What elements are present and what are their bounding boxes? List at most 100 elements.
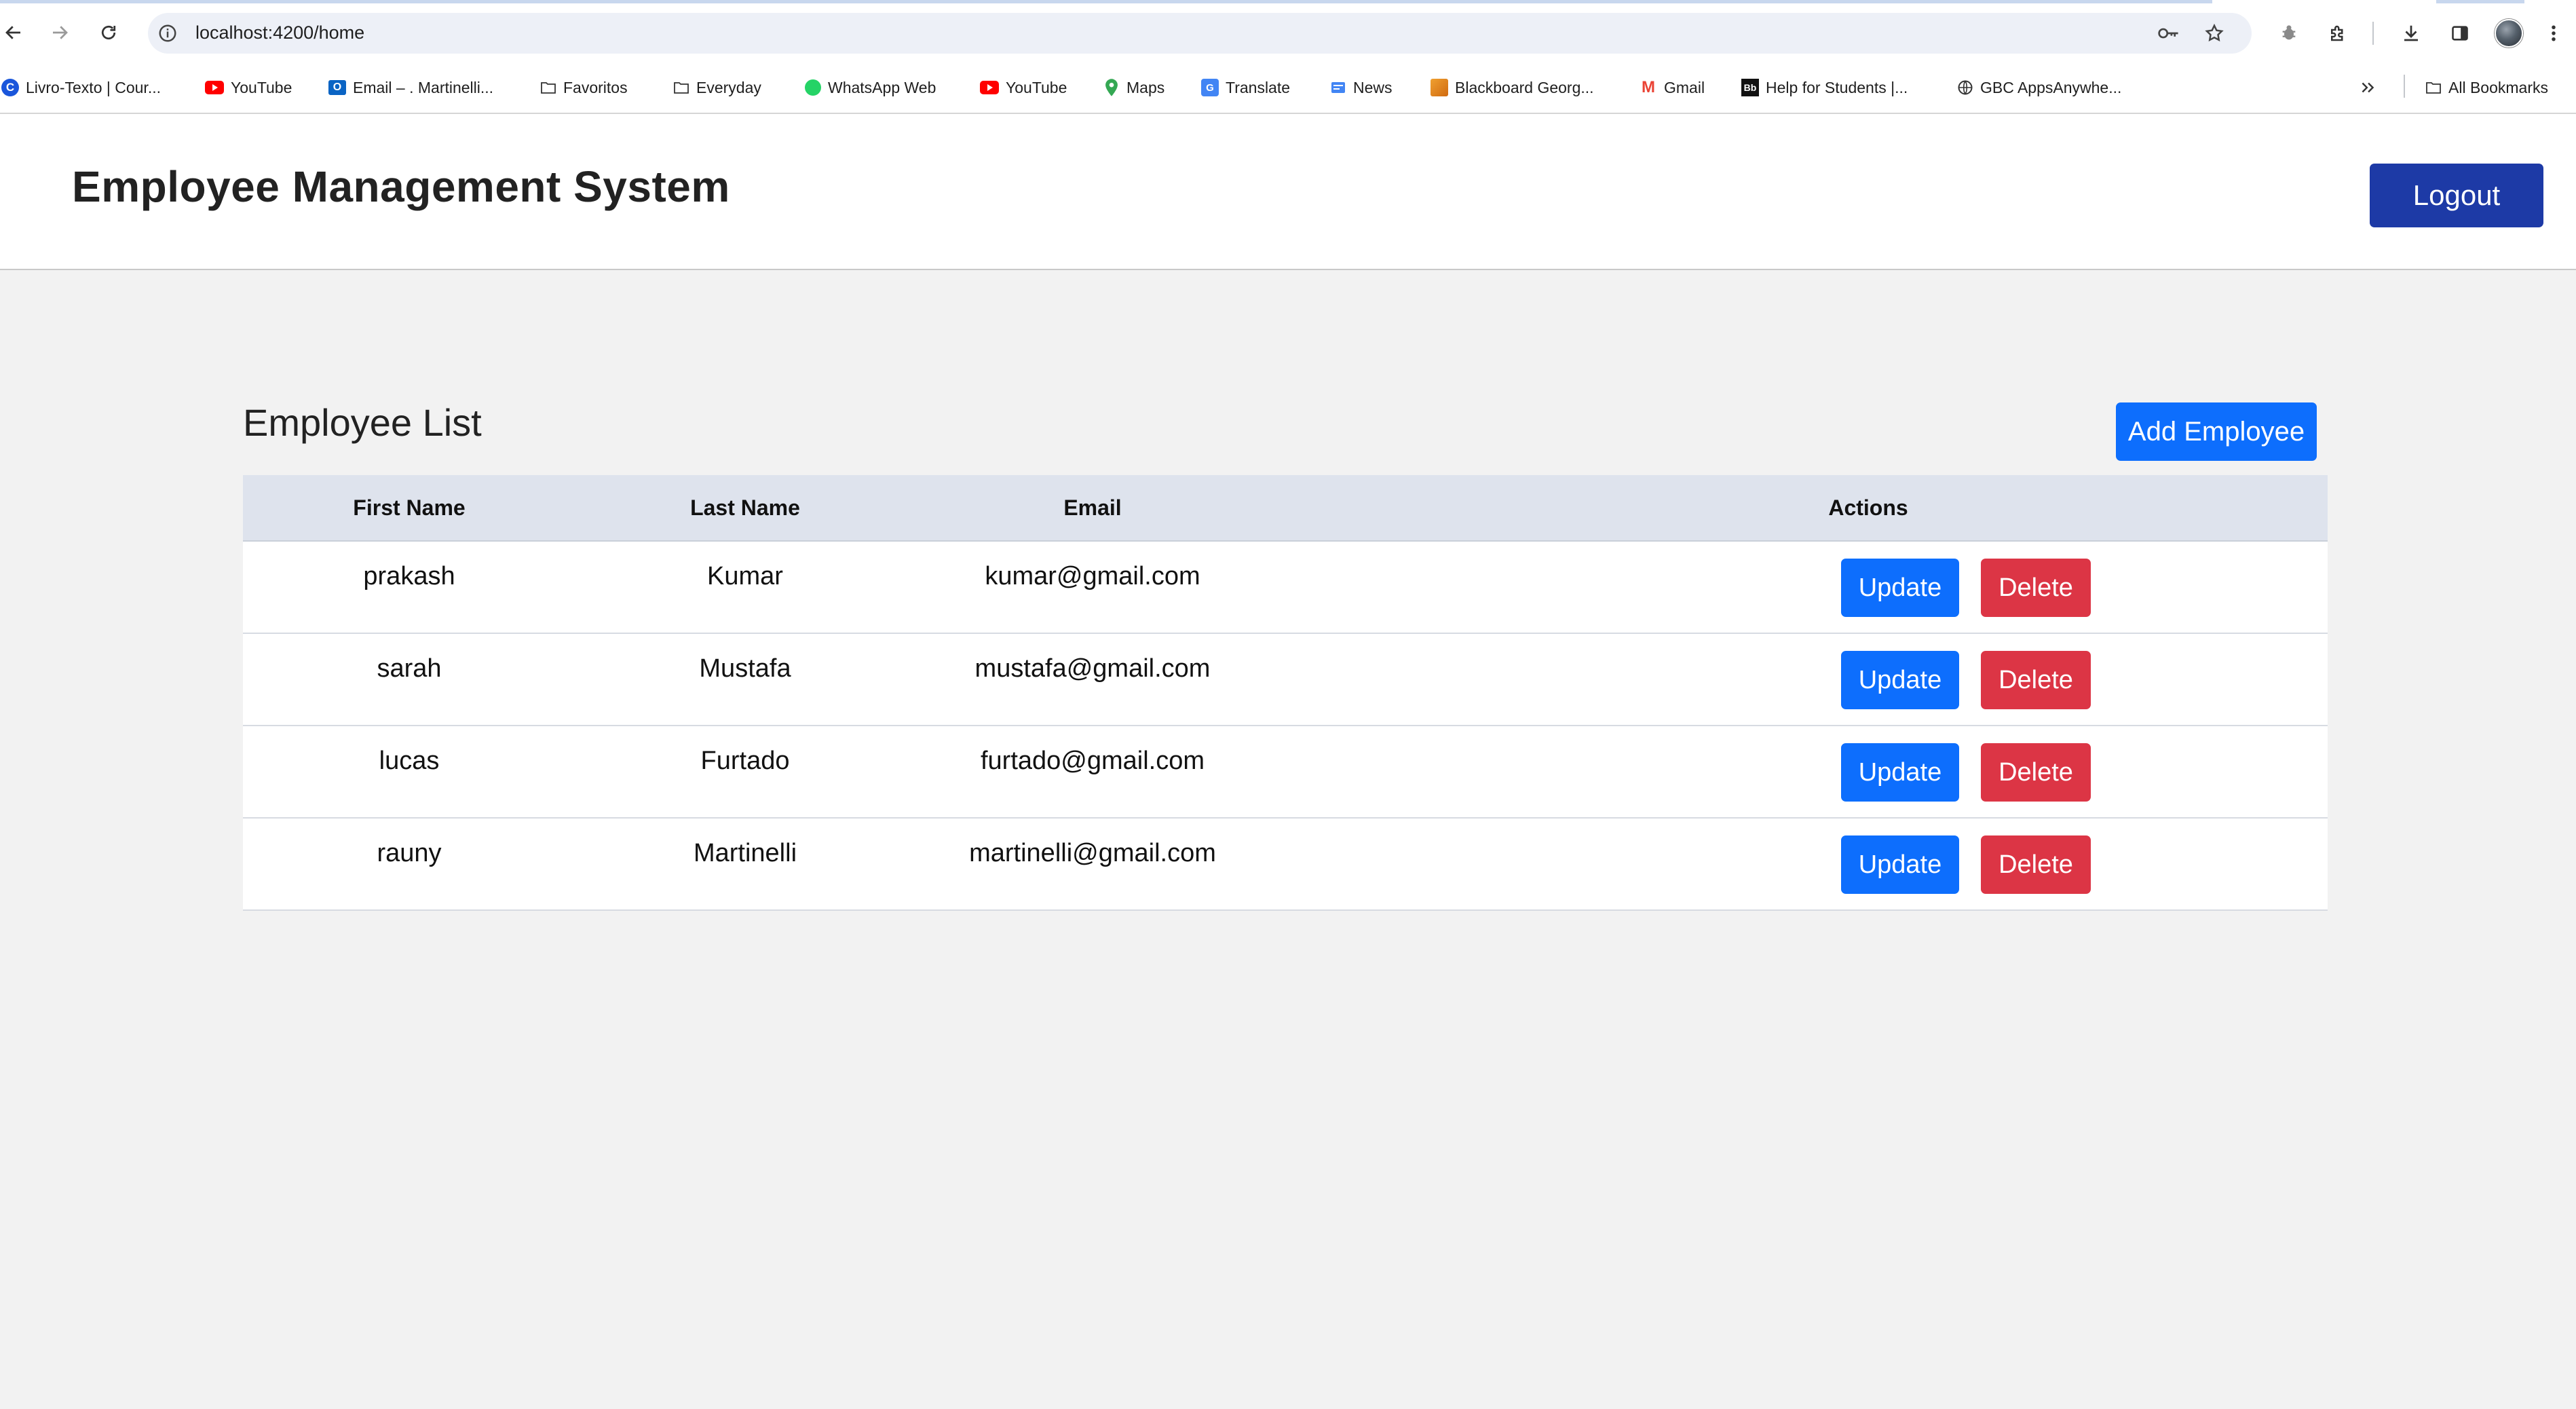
bookmark-item[interactable]: Maps (1103, 72, 1164, 103)
side-panel-icon[interactable] (2446, 19, 2474, 48)
bookmarks-bar: C Livro-Texto | Cour... YouTube O Email … (0, 72, 2576, 103)
profile-avatar[interactable] (2495, 19, 2523, 48)
menu-kebab-icon[interactable] (2543, 19, 2564, 48)
table-header: First Name Last Name Email Actions (243, 475, 2328, 542)
bookmarks-divider (2404, 75, 2405, 98)
back-icon[interactable] (0, 19, 27, 46)
bookmark-label: YouTube (231, 78, 292, 96)
cell-email: mustafa@gmail.com (974, 654, 1211, 683)
delete-button[interactable]: Delete (1981, 559, 2091, 617)
cell-first-name: sarah (377, 654, 442, 683)
tab-strip-edge (2436, 0, 2524, 3)
row-actions: Update Delete (1841, 835, 2091, 894)
tab-strip-edge (0, 0, 2212, 3)
delete-button[interactable]: Delete (1981, 835, 2091, 894)
bookmark-item[interactable]: Blackboard Georg... (1431, 72, 1594, 103)
bookmark-label: Email – . Martinelli... (353, 78, 494, 96)
download-icon[interactable] (2397, 19, 2425, 48)
avatar (2495, 19, 2523, 48)
bookmark-label: Help for Students |... (1766, 78, 1908, 96)
cell-first-name: rauny (377, 839, 442, 867)
bookmark-item[interactable]: News (1330, 72, 1393, 103)
update-button[interactable]: Update (1841, 559, 1959, 617)
delete-button[interactable]: Delete (1981, 743, 2091, 802)
bookmark-item[interactable]: G Translate (1201, 72, 1290, 103)
column-header-last-name: Last Name (690, 495, 800, 520)
bookmark-label: Livro-Texto | Cour... (26, 78, 161, 96)
folder-icon (540, 79, 556, 96)
update-button[interactable]: Update (1841, 743, 1959, 802)
bookmark-label: WhatsApp Web (828, 78, 936, 96)
extensions-puzzle-icon[interactable] (2324, 19, 2352, 48)
bookmark-label: Blackboard Georg... (1455, 78, 1594, 96)
site-info-icon[interactable] (157, 23, 178, 47)
bookmark-label: Gmail (1664, 78, 1705, 96)
blackboard-icon (1431, 79, 1448, 96)
translate-icon: G (1201, 79, 1219, 96)
bookmark-item[interactable]: GBC AppsAnywhe... (1957, 72, 2121, 103)
address-bar[interactable]: localhost:4200/home (148, 13, 2252, 54)
row-actions: Update Delete (1841, 559, 2091, 617)
add-employee-button[interactable]: Add Employee (2116, 402, 2317, 461)
cell-first-name: prakash (363, 562, 455, 590)
cell-last-name: Martinelli (693, 839, 797, 867)
bookmark-star-icon[interactable] (2204, 23, 2224, 47)
outlook-icon: O (328, 80, 346, 95)
row-actions: Update Delete (1841, 743, 2091, 802)
cell-email: furtado@gmail.com (980, 747, 1205, 775)
forward-icon[interactable] (46, 19, 73, 46)
password-key-icon[interactable] (2157, 23, 2180, 47)
bookmark-item[interactable]: YouTube (980, 72, 1067, 103)
page-title: Employee List (243, 401, 482, 444)
bookmark-item[interactable]: Everyday (673, 72, 761, 103)
row-actions: Update Delete (1841, 651, 2091, 709)
all-bookmarks-label: All Bookmarks (2448, 78, 2548, 96)
gmail-icon: M (1642, 78, 1655, 96)
bookmark-label: GBC AppsAnywhe... (1980, 78, 2122, 96)
news-icon (1330, 79, 1346, 96)
whatsapp-icon (805, 79, 821, 96)
more-bookmarks-chevron-icon[interactable] (2359, 72, 2376, 103)
bookmark-label: Maps (1126, 78, 1165, 96)
reload-icon[interactable] (95, 19, 122, 46)
table-row: rauny Martinelli martinelli@gmail.com Up… (243, 819, 2328, 911)
bookmark-item[interactable]: YouTube (205, 72, 292, 103)
bookmark-item[interactable]: O Email – . Martinelli... (328, 72, 493, 103)
update-button[interactable]: Update (1841, 835, 1959, 894)
table-row: prakash Kumar kumar@gmail.com Update Del… (243, 542, 2328, 634)
table-row: sarah Mustafa mustafa@gmail.com Update D… (243, 634, 2328, 726)
employee-table: First Name Last Name Email Actions praka… (243, 475, 2328, 911)
maps-pin-icon (1103, 79, 1120, 96)
cell-last-name: Furtado (700, 747, 790, 775)
cell-last-name: Kumar (707, 562, 783, 590)
bookmark-item[interactable]: M Gmail (1640, 72, 1705, 103)
browser-chrome: localhost:4200/home C Livro-Texto | Cour… (0, 0, 2576, 114)
app-header: Employee Management System Logout (0, 114, 2576, 270)
cell-last-name: Mustafa (699, 654, 791, 683)
globe-icon (1957, 79, 1973, 96)
logout-button[interactable]: Logout (2370, 164, 2543, 227)
cell-first-name: lucas (379, 747, 440, 775)
bb-icon: Bb (1741, 79, 1759, 96)
bookmark-item[interactable]: Bb Help for Students |... (1741, 72, 1908, 103)
folder-icon (2425, 79, 2442, 96)
bookmark-item[interactable]: WhatsApp Web (805, 72, 936, 103)
table-row: lucas Furtado furtado@gmail.com Update D… (243, 726, 2328, 819)
bookmark-label: Translate (1226, 78, 1291, 96)
toolbar-divider (2372, 22, 2374, 45)
bookmark-item[interactable]: C Livro-Texto | Cour... (1, 72, 161, 103)
url-text[interactable]: localhost:4200/home (195, 22, 364, 43)
bookmark-label: Favoritos (563, 78, 628, 96)
update-button[interactable]: Update (1841, 651, 1959, 709)
bookmark-item[interactable]: Favoritos (540, 72, 628, 103)
youtube-icon (205, 81, 224, 94)
cell-email: martinelli@gmail.com (969, 839, 1216, 867)
bookmark-label: Everyday (696, 78, 761, 96)
extension-bug-icon[interactable] (2275, 19, 2303, 48)
letter-c-icon: C (1, 79, 19, 96)
delete-button[interactable]: Delete (1981, 651, 2091, 709)
youtube-icon (980, 81, 999, 94)
all-bookmarks-item[interactable]: All Bookmarks (2425, 72, 2548, 103)
column-header-first-name: First Name (353, 495, 466, 520)
bookmark-label: News (1353, 78, 1393, 96)
